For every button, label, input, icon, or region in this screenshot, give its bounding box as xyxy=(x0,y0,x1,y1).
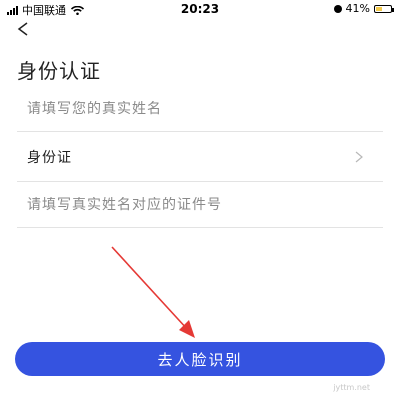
id-type-selector[interactable]: 身份证 xyxy=(17,132,383,182)
status-bar: 中国联通 20:23 41% xyxy=(0,0,400,18)
name-row xyxy=(17,86,383,132)
alarm-icon xyxy=(333,4,342,13)
real-name-input[interactable] xyxy=(17,100,383,117)
id-type-label: 身份证 xyxy=(27,149,72,166)
watermark: jyttm.net xyxy=(333,383,370,392)
battery-fill xyxy=(376,6,382,11)
page-title: 身份认证 xyxy=(17,59,101,83)
chevron-left-icon xyxy=(17,22,28,36)
battery-icon xyxy=(374,4,394,13)
back-button[interactable] xyxy=(12,18,34,40)
verification-form: 身份证 xyxy=(17,86,383,228)
id-number-row xyxy=(17,182,383,228)
face-recognition-button[interactable]: 去人脸识别 xyxy=(15,342,385,376)
status-right: 41% xyxy=(333,2,394,15)
battery-percent: 41% xyxy=(345,2,370,15)
battery-tip xyxy=(392,7,394,12)
chevron-right-icon xyxy=(355,151,363,162)
id-number-input[interactable] xyxy=(17,196,383,213)
